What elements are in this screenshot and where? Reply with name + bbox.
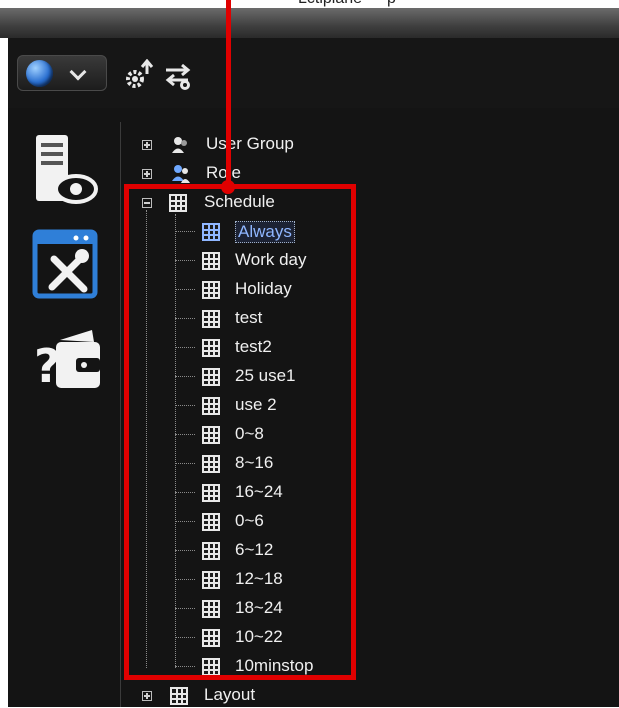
schedule-grid-icon — [202, 600, 220, 618]
sync-settings-icon[interactable] — [162, 62, 196, 92]
tree-branch-line — [175, 608, 195, 609]
layout-icon — [170, 687, 188, 705]
callout-line — [226, 0, 231, 184]
schedule-item-label: 10~22 — [235, 627, 283, 646]
tree-branch-line — [175, 405, 195, 406]
chevron-down-icon — [69, 63, 87, 81]
schedule-grid-icon — [202, 455, 220, 473]
globe-icon — [26, 60, 53, 87]
schedule-item-label: 25 use1 — [235, 366, 296, 385]
tree-branch-line — [175, 376, 195, 377]
tree-branch-line — [175, 434, 195, 435]
top-caption: Lctiplane — p — [0, 0, 619, 8]
expand-plus-icon[interactable] — [142, 691, 152, 701]
help-wallet-icon[interactable]: ? — [32, 326, 104, 392]
schedule-item-label: test — [235, 308, 263, 327]
schedule-item-label: use 2 — [235, 395, 277, 414]
tree-branch-line — [175, 666, 195, 667]
tree-branch-line — [175, 521, 195, 522]
tree-branch-line — [175, 214, 176, 668]
schedule-grid-icon — [202, 542, 220, 560]
callout-dot — [221, 180, 235, 194]
schedule-grid-icon — [202, 397, 220, 415]
schedule-item-label: Always — [235, 221, 295, 243]
schedule-item-label: test2 — [235, 337, 272, 356]
tree-branch-line — [175, 289, 195, 290]
tree-branch-line — [175, 347, 195, 348]
schedule-grid-icon — [202, 513, 220, 531]
schedule-item-label: 18~24 — [235, 598, 283, 617]
tree-label-layout: Layout — [204, 685, 256, 704]
settings-tools-icon[interactable] — [32, 229, 102, 301]
caption-text: Lctiplane — p — [298, 0, 396, 8]
tree-label-user-group: User Group — [206, 134, 294, 153]
tree-branch-line — [175, 463, 195, 464]
collapse-minus-icon[interactable] — [142, 198, 152, 208]
tree-branch-line — [175, 637, 195, 638]
schedule-grid-icon — [202, 426, 220, 444]
schedule-grid-icon — [202, 629, 220, 647]
tree-branch-line — [175, 492, 195, 493]
schedule-grid-icon — [202, 571, 220, 589]
globe-dropdown-button[interactable] — [17, 55, 107, 91]
schedule-grid-icon — [202, 252, 220, 270]
schedule-grid-icon — [202, 484, 220, 502]
tree-branch-line — [175, 260, 195, 261]
tree-branch-line — [175, 318, 195, 319]
schedule-item-label: 0~8 — [235, 424, 264, 443]
schedule-item-label: Work day — [235, 250, 307, 269]
schedule-icon — [169, 194, 187, 212]
schedule-item-label: Holiday — [235, 279, 292, 298]
server-monitor-icon[interactable] — [32, 133, 98, 207]
svg-text:?: ? — [34, 339, 61, 392]
role-icon — [172, 165, 190, 183]
schedule-grid-icon — [202, 223, 220, 241]
title-bar — [0, 8, 619, 38]
schedule-grid-icon — [202, 281, 220, 299]
tree-branch-line — [175, 231, 195, 232]
schedule-item-label: 10minstop — [235, 656, 314, 675]
schedule-item-label: 12~18 — [235, 569, 283, 588]
schedule-grid-icon — [202, 368, 220, 386]
tree-label-schedule: Schedule — [204, 192, 275, 211]
schedule-item-label: 8~16 — [235, 453, 274, 472]
tree-branch-line — [175, 579, 195, 580]
schedule-item-label: 6~12 — [235, 540, 274, 559]
tree-branch-line — [175, 550, 195, 551]
schedule-item-label: 0~6 — [235, 511, 264, 530]
schedule-grid-icon — [202, 658, 220, 676]
gear-upload-icon[interactable] — [122, 59, 156, 91]
expand-plus-icon[interactable] — [142, 169, 152, 179]
tree-branch-line — [146, 210, 147, 668]
schedule-item-label: 16~24 — [235, 482, 283, 501]
schedule-grid-icon — [202, 339, 220, 357]
expand-plus-icon[interactable] — [142, 140, 152, 150]
schedule-grid-icon — [202, 310, 220, 328]
sidebar-divider — [120, 122, 121, 707]
user-group-icon — [172, 137, 187, 153]
